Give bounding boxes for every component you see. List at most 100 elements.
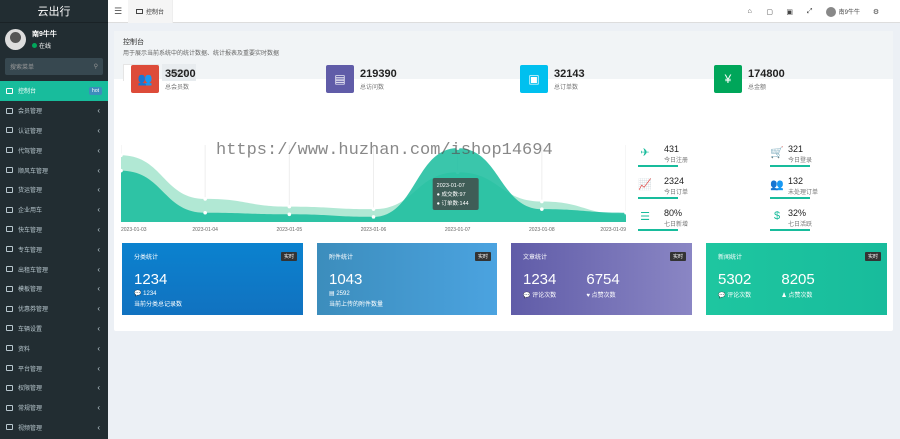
stat-value: 32143: [554, 67, 585, 80]
chevron-left-icon: ‹: [97, 244, 100, 254]
card-label-b: 点赞次数: [591, 293, 616, 299]
home-icon[interactable]: ⌂: [740, 8, 760, 15]
sidebar-item[interactable]: 专车管理 ‹: [0, 239, 108, 259]
data-point: [203, 210, 207, 215]
sidebar-item[interactable]: 会员管理 ‹: [0, 101, 108, 121]
panel-description: 用于展示当前系统中的统计数据、统计报表及重要实时数据: [123, 51, 280, 57]
side-stat: ✈ 431 今日注册: [638, 144, 738, 168]
sidebar-search-input[interactable]: 搜索菜单 ⚲: [5, 58, 103, 75]
tooltip-text: 2023-01-07: [437, 183, 465, 189]
side-stat-label: 今日登录: [788, 158, 813, 164]
chart-tooltip: 2023-01-07● 成交数:97● 订单数:144: [432, 178, 479, 210]
stat-card: 文章统计 实时 1234 💬 评论次数 6754 ♥ 点赞次数: [511, 243, 692, 315]
user-status: 在线: [32, 41, 57, 50]
card-value-b: 8205: [781, 271, 815, 288]
stat-label: 总会员数: [165, 84, 190, 91]
side-stat-value: 132: [788, 176, 804, 186]
data-point: [371, 207, 376, 211]
realtime-badge: 实时: [669, 252, 686, 261]
sidebar-item[interactable]: 视频管理 ‹: [0, 418, 108, 438]
side-stat-value: 321: [788, 144, 804, 154]
translate-icon[interactable]: ▣: [780, 8, 800, 16]
realtime-badge: 实时: [864, 252, 881, 261]
card-label-a: 评论次数: [727, 293, 752, 299]
sidebar-item[interactable]: 权限管理 ‹: [0, 378, 108, 398]
user-menu[interactable]: 南9牛牛: [820, 6, 866, 17]
menu-item-icon: [6, 186, 13, 193]
tab-dashboard[interactable]: 控制台: [128, 0, 174, 23]
sidebar-item[interactable]: 优惠券管理 ‹: [0, 299, 108, 319]
sidebar-menu: 控制台 hot 会员管理 ‹ 认证管理 ‹ 代驾管理 ‹ 顺风车管理 ‹ 货运管理 ‹ 企业用车 ‹ 快车管…: [0, 81, 108, 437]
stat-value: 35200: [165, 67, 196, 80]
sidebar-item-label: 资料: [18, 346, 31, 353]
users-icon: 👥: [770, 179, 784, 191]
sidebar-item-label: 优惠券管理: [18, 307, 49, 314]
sidebar-item-label: 会员管理: [18, 109, 43, 116]
card-title: 分类统计: [134, 255, 159, 261]
x-tick-label: 2023-01-07: [445, 227, 471, 233]
chevron-left-icon: ‹: [97, 363, 100, 373]
sidebar-item[interactable]: 货运管理 ‹: [0, 180, 108, 200]
card-value: 1234: [134, 271, 168, 288]
sidebar-item-label: 模板管理: [18, 287, 43, 294]
list-icon: ☰: [640, 211, 650, 223]
sidebar-item[interactable]: 认证管理 ‹: [0, 121, 108, 141]
x-tick-label: 2023-01-05: [277, 227, 303, 233]
sidebar-item-label: 权限管理: [18, 386, 43, 393]
stat-card: 分类统计 实时 1234 💬 1234 当前分类总记录数: [122, 243, 303, 315]
sidebar-item-label: 专车管理: [18, 247, 43, 254]
side-stat: ☰ 80% 七日新增: [638, 208, 738, 232]
users-icon: 👥: [131, 65, 159, 93]
data-point: [540, 199, 544, 204]
side-stat-bar: [770, 229, 810, 231]
fullscreen-icon[interactable]: ⤢: [800, 8, 820, 16]
sidebar-item-label: 出租车管理: [18, 267, 49, 274]
sidebar-item-label: 快车管理: [18, 227, 43, 234]
side-stat-bar: [770, 197, 810, 199]
stat-label: 总金额: [748, 84, 767, 91]
sidebar-item[interactable]: 顺风车管理 ‹: [0, 160, 108, 180]
book-icon: ▤: [326, 65, 354, 93]
brand-logo[interactable]: 云出行: [0, 0, 108, 23]
card-label-a: 评论次数: [532, 293, 557, 299]
sidebar-item[interactable]: 控制台 hot: [0, 81, 108, 101]
side-stat-bar: [638, 197, 678, 199]
sidebar-item[interactable]: 出租车管理 ‹: [0, 259, 108, 279]
dashboard-icon: [136, 8, 143, 14]
sidebar-item-label: 企业用车: [18, 208, 43, 215]
user-name: 南9牛牛: [32, 30, 57, 38]
sidebar-item[interactable]: 资料 ‹: [0, 338, 108, 358]
sidebar-item[interactable]: 常规管理 ‹: [0, 398, 108, 418]
bag-icon: ▣: [520, 65, 548, 93]
x-tick-label: 2023-01-09: [600, 227, 626, 233]
stat-label: 总订单数: [554, 84, 579, 91]
chevron-left-icon: ‹: [97, 205, 100, 215]
search-icon[interactable]: ⚲: [94, 63, 98, 70]
sidebar-item[interactable]: 企业用车 ‹: [0, 200, 108, 220]
menu-item-icon: [6, 325, 13, 332]
card-title: 新闻统计: [718, 255, 743, 261]
menu-item-icon: [6, 246, 13, 253]
sidebar-item[interactable]: 快车管理 ‹: [0, 220, 108, 240]
tab-dashboard-label: 控制台: [146, 9, 165, 16]
stat-box: ¥174800 总金额: [714, 65, 785, 93]
sidebar-item[interactable]: 模板管理 ‹: [0, 279, 108, 299]
data-point: [371, 215, 376, 219]
trash-icon[interactable]: ▢: [760, 8, 780, 16]
settings-gear-icon[interactable]: ⚙: [866, 8, 886, 16]
menu-item-icon: [6, 305, 13, 312]
chevron-left-icon: ‹: [97, 185, 100, 195]
sidebar-item[interactable]: 车辆设置 ‹: [0, 319, 108, 339]
sidebar-item[interactable]: 平台管理 ‹: [0, 358, 108, 378]
cart-icon: 🛒: [770, 147, 784, 159]
chevron-left-icon: ‹: [97, 224, 100, 234]
side-stat-label: 七日新增: [664, 222, 689, 228]
sidebar-item[interactable]: 代驾管理 ‹: [0, 140, 108, 160]
side-stat-label: 七日活跃: [788, 222, 813, 228]
side-stat-label: 今日订单: [664, 190, 689, 196]
chevron-left-icon: ‹: [97, 422, 100, 432]
top-icons: ⌂ ▢ ▣ ⤢ 南9牛牛 ⚙: [740, 0, 886, 23]
menu-toggle-icon[interactable]: ☰: [108, 6, 128, 17]
card-value-b: 6754: [586, 271, 620, 288]
realtime-badge: 实时: [280, 252, 297, 261]
